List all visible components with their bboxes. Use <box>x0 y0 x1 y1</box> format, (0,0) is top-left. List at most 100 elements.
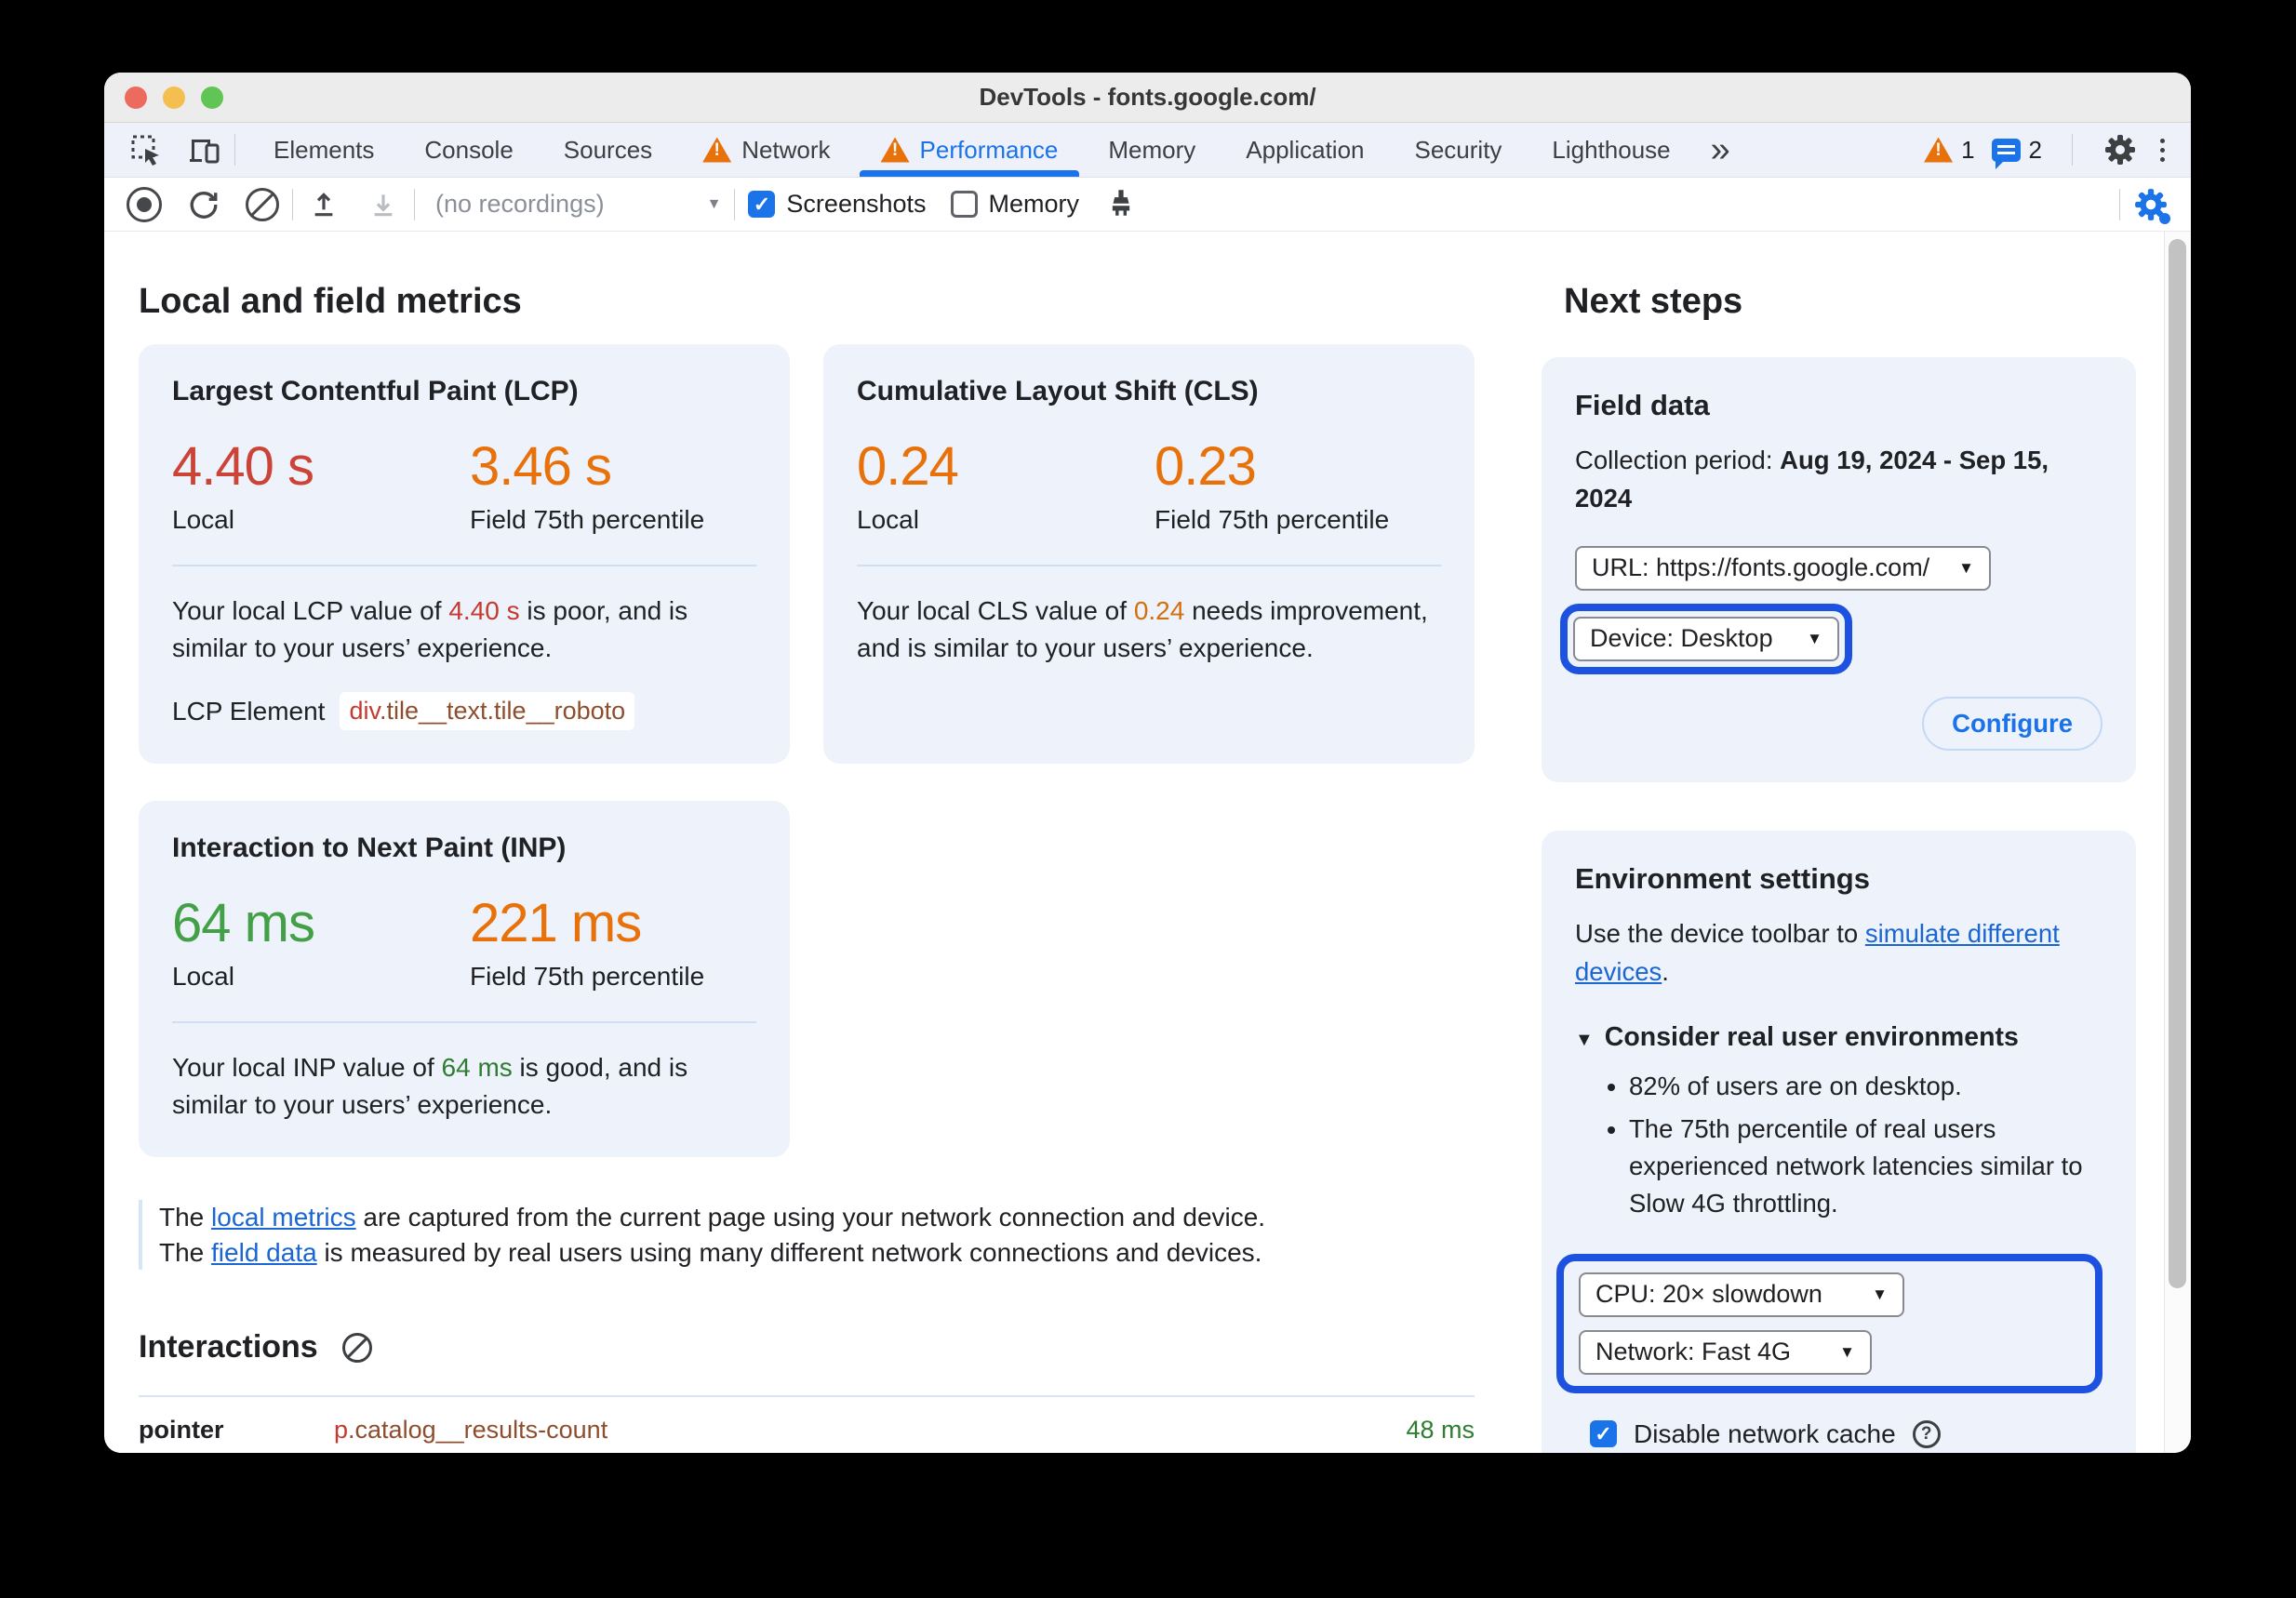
cls-local-label: Local <box>857 504 919 534</box>
cls-field-value: 0.23 <box>1155 436 1257 497</box>
settings-gear-icon[interactable] <box>2102 132 2138 167</box>
clear-interactions-icon[interactable] <box>341 1332 372 1363</box>
list-item: The 75th percentile of real users experi… <box>1629 1111 2102 1222</box>
capture-settings-gear-icon[interactable] <box>2133 187 2170 224</box>
issues-badge[interactable]: 2 <box>1991 136 2042 169</box>
collection-period: Collection period: Aug 19, 2024 - Sep 15… <box>1575 446 2049 513</box>
lcp-element-node-link[interactable]: div.tile__text.tile__roboto <box>340 692 635 731</box>
divider <box>734 188 736 220</box>
divider <box>414 188 415 220</box>
tab-elements[interactable]: Elements <box>248 123 399 177</box>
scrollbar[interactable] <box>2164 232 2191 1453</box>
more-options-icon[interactable] <box>2155 138 2170 162</box>
local-metrics-link[interactable]: local metrics <box>211 1203 356 1232</box>
titlebar: DevTools - fonts.google.com/ <box>104 73 2191 123</box>
inp-field-label: Field 75th percentile <box>470 962 705 992</box>
cpu-throttling-select[interactable]: CPU: 20× slowdown ▼ <box>1579 1272 1904 1317</box>
inspect-element-icon[interactable] <box>128 132 164 167</box>
page-title: Local and field metrics <box>139 282 522 321</box>
tab-lighthouse[interactable]: Lighthouse <box>1527 123 1695 177</box>
inp-local-label: Local <box>172 962 234 992</box>
window-title: DevTools - fonts.google.com/ <box>979 83 1316 111</box>
upload-profile-icon[interactable] <box>306 187 341 222</box>
interaction-node-link[interactable]: p.catalog__results-count <box>334 1416 1406 1445</box>
configure-button[interactable]: Configure <box>1922 696 2102 751</box>
lcp-description: Your local LCP value of 4.40 s is poor, … <box>172 595 688 662</box>
inp-card: Interaction to Next Paint (INP) 64 ms Lo… <box>139 801 790 1157</box>
tab-sources[interactable]: Sources <box>539 123 677 177</box>
scrollbar-thumb[interactable] <box>2169 239 2186 1288</box>
download-profile-icon[interactable] <box>366 187 401 222</box>
inp-field-value: 221 ms <box>470 893 642 954</box>
performance-toolbar: (no recordings) ▼ ✓ Screenshots Memory <box>104 178 2191 232</box>
lcp-field-value: 3.46 s <box>470 436 612 497</box>
chevron-down-icon: ▼ <box>1807 629 1822 647</box>
recordings-select[interactable]: (no recordings) <box>435 190 605 219</box>
cls-card-title: Cumulative Layout Shift (CLS) <box>857 376 1259 406</box>
help-icon[interactable]: ? <box>1912 1419 1941 1448</box>
inp-local-value: 64 ms <box>172 893 315 954</box>
tab-network[interactable]: Network <box>677 123 855 177</box>
divider <box>2072 134 2073 166</box>
device-select-highlight: Device: Desktop ▼ <box>1560 603 1852 674</box>
cls-field-label: Field 75th percentile <box>1155 504 1390 534</box>
divider <box>172 1021 756 1024</box>
lcp-card: Largest Contentful Paint (LCP) 4.40 s Lo… <box>139 344 790 765</box>
panel-tabs: Elements Console Sources Network Perform… <box>248 123 1745 177</box>
tab-application[interactable]: Application <box>1221 123 1389 177</box>
disable-cache-label: Disable network cache <box>1634 1418 1896 1448</box>
tab-console[interactable]: Console <box>399 123 538 177</box>
divider <box>2119 188 2120 220</box>
record-icon[interactable] <box>127 186 162 222</box>
warning-icon <box>1924 137 1954 163</box>
divider <box>292 188 293 220</box>
environment-settings-title: Environment settings <box>1575 861 1870 895</box>
more-tabs-button[interactable]: » <box>1696 123 1745 177</box>
interactions-heading: Interactions <box>139 1329 318 1365</box>
cls-description: Your local CLS value of 0.24 needs impro… <box>857 595 1428 662</box>
environment-bullets: 82% of users are on desktop. The 75th pe… <box>1575 1068 2102 1222</box>
consider-environments-toggle[interactable]: ▼ Consider real user environments <box>1575 1022 2102 1053</box>
device-select[interactable]: Device: Desktop ▼ <box>1573 616 1839 661</box>
disable-cache-checkbox[interactable]: ✓ <box>1590 1420 1617 1447</box>
chevron-down-icon[interactable]: ▼ <box>707 196 722 213</box>
screenshots-checkbox[interactable]: ✓ <box>748 191 776 218</box>
inp-card-title: Interaction to Next Paint (INP) <box>172 832 567 864</box>
warning-icon <box>880 137 910 163</box>
metrics-footnote: The local metrics are captured from the … <box>139 1199 1475 1271</box>
environment-settings-card: Environment settings Use the device tool… <box>1542 830 2136 1453</box>
field-data-link[interactable]: field data <box>211 1238 317 1267</box>
field-data-card: Field data Collection period: Aug 19, 20… <box>1542 357 2136 782</box>
cls-card: Cumulative Layout Shift (CLS) 0.24 Local… <box>823 344 1475 765</box>
network-throttling-select[interactable]: Network: Fast 4G ▼ <box>1579 1329 1872 1375</box>
lcp-local-value: 4.40 s <box>172 436 314 497</box>
table-row[interactable]: pointer p.catalog__results-count 48 ms <box>139 1395 1475 1453</box>
list-item: 82% of users are on desktop. <box>1629 1068 2102 1105</box>
interactions-table: pointer p.catalog__results-count 48 ms p… <box>139 1395 1475 1453</box>
lcp-local-label: Local <box>172 504 234 534</box>
next-steps-title: Next steps <box>1564 282 1743 321</box>
divider <box>234 134 235 166</box>
inp-description: Your local INP value of 64 ms is good, a… <box>172 1053 688 1120</box>
url-select[interactable]: URL: https://fonts.google.com/ ▼ <box>1575 545 1991 591</box>
screenshots-label: Screenshots <box>786 190 927 218</box>
clear-icon[interactable] <box>246 187 279 221</box>
cls-local-value: 0.24 <box>857 436 959 497</box>
field-data-title: Field data <box>1575 389 1710 421</box>
lcp-element-label: LCP Element <box>172 696 326 726</box>
warning-icon <box>702 137 732 163</box>
memory-label: Memory <box>988 190 1080 218</box>
divider <box>857 564 1441 566</box>
reload-and-record-icon[interactable] <box>186 187 221 222</box>
chevron-down-icon: ▼ <box>1839 1342 1855 1361</box>
tab-performance[interactable]: Performance <box>856 123 1084 177</box>
tab-security[interactable]: Security <box>1390 123 1528 177</box>
warnings-badge[interactable]: 1 <box>1924 136 1975 165</box>
next-steps-pane: Next steps Field data Collection period:… <box>1506 232 2191 1453</box>
tab-memory[interactable]: Memory <box>1083 123 1221 177</box>
panel-content: Local and field metrics Largest Contentf… <box>104 232 2191 1453</box>
garbage-collect-icon[interactable] <box>1103 187 1139 222</box>
device-toolbar-icon[interactable] <box>186 132 221 167</box>
divider <box>172 564 756 566</box>
memory-checkbox[interactable] <box>950 191 978 218</box>
